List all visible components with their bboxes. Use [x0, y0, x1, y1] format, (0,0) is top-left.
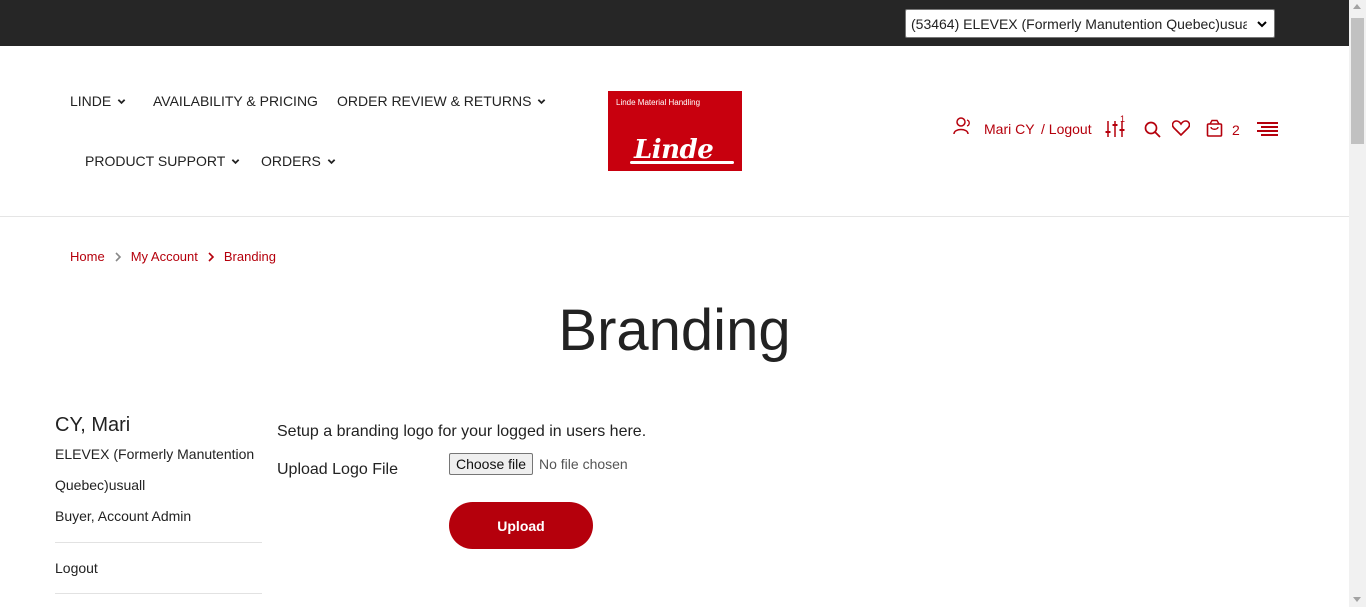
nav-item-label: ORDERS — [261, 153, 321, 169]
scroll-up-arrow[interactable] — [1353, 4, 1361, 9]
logo-swoosh — [630, 161, 734, 164]
user-name-link[interactable]: Mari CY — [984, 121, 1035, 137]
nav-item-product-support[interactable]: PRODUCT SUPPORT — [85, 153, 240, 169]
menu-icon[interactable] — [1257, 122, 1278, 136]
chevron-down-icon — [117, 98, 126, 104]
account-company: ELEVEX (Formerly Manutention Quebec)usua… — [55, 446, 255, 493]
nav-item-linde[interactable]: LINDE — [70, 93, 126, 109]
scroll-thumb[interactable] — [1351, 18, 1364, 144]
logo-tagline: Linde Material Handling — [616, 98, 701, 107]
account-name: CY, Mari — [55, 414, 131, 436]
sidebar-logout-link[interactable]: Logout — [55, 543, 262, 593]
logout-link[interactable]: / Logout — [1041, 121, 1092, 137]
chevron-down-icon — [1257, 21, 1267, 28]
top-bar: (53464) ELEVEX (Formerly Manutention Que… — [0, 0, 1349, 46]
nav-item-availability-pricing[interactable]: AVAILABILITY & PRICING — [153, 93, 318, 109]
choose-file-button[interactable]: Choose file — [449, 453, 534, 475]
page-title: Branding — [558, 298, 791, 363]
file-status-text: No file chosen — [539, 456, 628, 472]
nav-item-label: PRODUCT SUPPORT — [85, 153, 226, 169]
page-scrollbar[interactable] — [1349, 0, 1366, 607]
filter-badge: 1 — [1120, 114, 1126, 124]
breadcrumb-branding[interactable]: Branding — [224, 249, 276, 264]
account-role: Buyer, Account Admin — [55, 508, 192, 524]
breadcrumb-my-account[interactable]: My Account — [131, 249, 198, 264]
account-sidebar: CY, Mari ELEVEX (Formerly Manutention Qu… — [55, 410, 262, 594]
breadcrumb-home[interactable]: Home — [70, 249, 105, 264]
account-select-value: (53464) ELEVEX (Formerly Manutention Que… — [911, 15, 1247, 32]
chevron-right-icon — [105, 251, 131, 262]
cart-icon[interactable] — [1206, 119, 1223, 137]
user-icon[interactable] — [953, 117, 973, 135]
upload-button[interactable]: Upload — [449, 502, 593, 549]
nav-item-orders[interactable]: ORDERS — [261, 153, 336, 169]
branding-intro-text: Setup a branding logo for your logged in… — [277, 423, 647, 440]
chevron-down-icon — [231, 158, 240, 164]
chevron-down-icon — [327, 158, 336, 164]
scroll-down-arrow[interactable] — [1353, 597, 1361, 602]
site-header: LINDE AVAILABILITY & PRICING ORDER REVIE… — [0, 46, 1349, 217]
upload-logo-label: Upload Logo File — [277, 461, 398, 478]
nav-item-label: AVAILABILITY & PRICING — [153, 93, 318, 109]
sidebar-divider — [55, 593, 262, 594]
breadcrumb: Home My Account Branding — [70, 249, 276, 264]
cart-count: 2 — [1232, 122, 1240, 138]
chevron-down-icon — [538, 98, 546, 104]
chevron-right-icon — [198, 251, 224, 262]
heart-icon[interactable] — [1172, 120, 1190, 136]
account-select[interactable]: (53464) ELEVEX (Formerly Manutention Que… — [905, 9, 1275, 38]
linde-logo[interactable]: Linde Material Handling Linde — [608, 91, 742, 171]
search-icon[interactable] — [1144, 121, 1161, 138]
nav-item-label: ORDER REVIEW & RETURNS — [337, 93, 532, 109]
nav-item-label: LINDE — [70, 93, 112, 109]
nav-item-order-review-returns[interactable]: ORDER REVIEW & RETURNS — [337, 93, 546, 109]
